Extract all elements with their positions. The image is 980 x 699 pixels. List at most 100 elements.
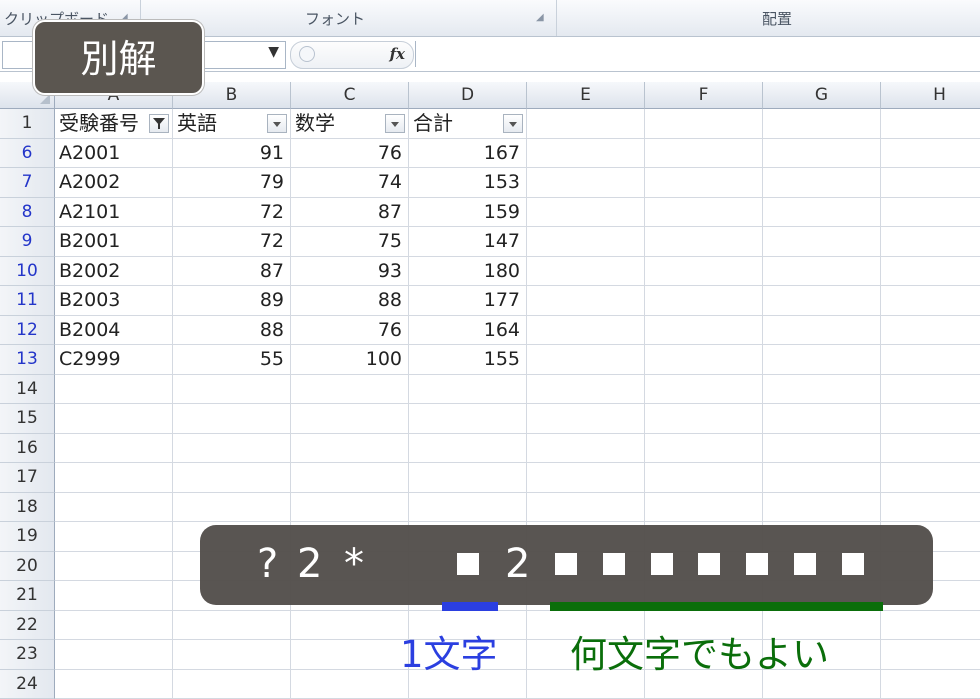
cell[interactable] xyxy=(55,375,173,405)
cell[interactable] xyxy=(527,493,645,523)
cell[interactable] xyxy=(173,670,291,699)
cell[interactable] xyxy=(55,640,173,670)
cell-math[interactable]: 88 xyxy=(291,286,409,316)
cell[interactable] xyxy=(527,404,645,434)
header-cell-english[interactable]: 英語 xyxy=(173,109,291,139)
cell[interactable] xyxy=(645,227,763,257)
cell[interactable] xyxy=(409,375,527,405)
cell[interactable] xyxy=(173,463,291,493)
ribbon-group-alignment[interactable]: 配置 xyxy=(762,8,792,29)
cell[interactable] xyxy=(55,581,173,611)
cell[interactable] xyxy=(763,227,881,257)
cell[interactable] xyxy=(763,168,881,198)
cell[interactable] xyxy=(645,345,763,375)
cell[interactable] xyxy=(881,198,980,228)
cell-english[interactable]: 79 xyxy=(173,168,291,198)
row-header[interactable]: 24 xyxy=(0,670,55,699)
cell[interactable] xyxy=(173,493,291,523)
cell-total[interactable]: 164 xyxy=(409,316,527,346)
cell[interactable] xyxy=(645,286,763,316)
row-header[interactable]: 8 xyxy=(0,198,55,228)
row-header[interactable]: 11 xyxy=(0,286,55,316)
cell[interactable] xyxy=(55,522,173,552)
cell[interactable] xyxy=(881,168,980,198)
cell[interactable] xyxy=(763,286,881,316)
row-header[interactable]: 16 xyxy=(0,434,55,464)
row-header[interactable]: 21 xyxy=(0,581,55,611)
cell-total[interactable]: 167 xyxy=(409,139,527,169)
cell[interactable] xyxy=(645,198,763,228)
cell-math[interactable]: 76 xyxy=(291,316,409,346)
cell[interactable] xyxy=(291,434,409,464)
cell[interactable] xyxy=(645,463,763,493)
row-header[interactable]: 15 xyxy=(0,404,55,434)
cell[interactable] xyxy=(291,463,409,493)
cell[interactable] xyxy=(527,198,645,228)
cell[interactable] xyxy=(173,640,291,670)
cell[interactable] xyxy=(881,463,980,493)
cell-english[interactable]: 72 xyxy=(173,198,291,228)
cell[interactable] xyxy=(763,434,881,464)
cell[interactable] xyxy=(173,375,291,405)
cell[interactable] xyxy=(291,404,409,434)
cell[interactable] xyxy=(645,168,763,198)
cell[interactable] xyxy=(55,434,173,464)
row-header[interactable]: 10 xyxy=(0,257,55,287)
header-cell-id[interactable]: 受験番号 xyxy=(55,109,173,139)
cell-total[interactable]: 147 xyxy=(409,227,527,257)
cell[interactable] xyxy=(763,493,881,523)
cell[interactable] xyxy=(881,227,980,257)
cell[interactable] xyxy=(291,493,409,523)
cell[interactable] xyxy=(55,404,173,434)
cell-math[interactable]: 87 xyxy=(291,198,409,228)
cell[interactable] xyxy=(55,493,173,523)
cell[interactable] xyxy=(763,198,881,228)
cell-id[interactable]: A2101 xyxy=(55,198,173,228)
cell[interactable] xyxy=(881,611,980,641)
cell[interactable] xyxy=(763,139,881,169)
cell-english[interactable]: 89 xyxy=(173,286,291,316)
header-cell-math[interactable]: 数学 xyxy=(291,109,409,139)
cell[interactable] xyxy=(527,227,645,257)
cell-math[interactable]: 75 xyxy=(291,227,409,257)
cell-id[interactable]: B2001 xyxy=(55,227,173,257)
cell[interactable] xyxy=(173,611,291,641)
row-header[interactable]: 1 xyxy=(0,109,55,139)
cell[interactable] xyxy=(409,404,527,434)
column-header-d[interactable]: D xyxy=(409,82,527,109)
cell[interactable] xyxy=(881,493,980,523)
cell[interactable] xyxy=(763,404,881,434)
cell[interactable] xyxy=(527,139,645,169)
cell[interactable] xyxy=(291,611,409,641)
cell[interactable] xyxy=(645,404,763,434)
cell-total[interactable]: 155 xyxy=(409,345,527,375)
cell[interactable] xyxy=(409,434,527,464)
cell[interactable] xyxy=(645,257,763,287)
column-header-f[interactable]: F xyxy=(645,82,763,109)
cell[interactable] xyxy=(881,404,980,434)
ribbon-group-font[interactable]: フォント xyxy=(305,8,365,29)
cell[interactable] xyxy=(645,139,763,169)
cell[interactable] xyxy=(291,640,409,670)
font-launcher-icon[interactable]: ◢ xyxy=(536,12,544,23)
cell[interactable] xyxy=(881,139,980,169)
cell[interactable] xyxy=(527,109,645,139)
cell[interactable] xyxy=(881,257,980,287)
cell-total[interactable]: 180 xyxy=(409,257,527,287)
cell[interactable] xyxy=(291,670,409,699)
cell[interactable] xyxy=(527,463,645,493)
cell[interactable] xyxy=(881,286,980,316)
cell[interactable] xyxy=(763,345,881,375)
row-header[interactable]: 12 xyxy=(0,316,55,346)
cell[interactable] xyxy=(645,316,763,346)
cell[interactable] xyxy=(881,375,980,405)
cell-id[interactable]: B2003 xyxy=(55,286,173,316)
cell[interactable] xyxy=(645,375,763,405)
cell[interactable] xyxy=(55,670,173,699)
cell[interactable] xyxy=(645,493,763,523)
cell-id[interactable]: A2001 xyxy=(55,139,173,169)
cell-math[interactable]: 100 xyxy=(291,345,409,375)
cell[interactable] xyxy=(291,375,409,405)
cell[interactable] xyxy=(527,434,645,464)
cell[interactable] xyxy=(527,168,645,198)
